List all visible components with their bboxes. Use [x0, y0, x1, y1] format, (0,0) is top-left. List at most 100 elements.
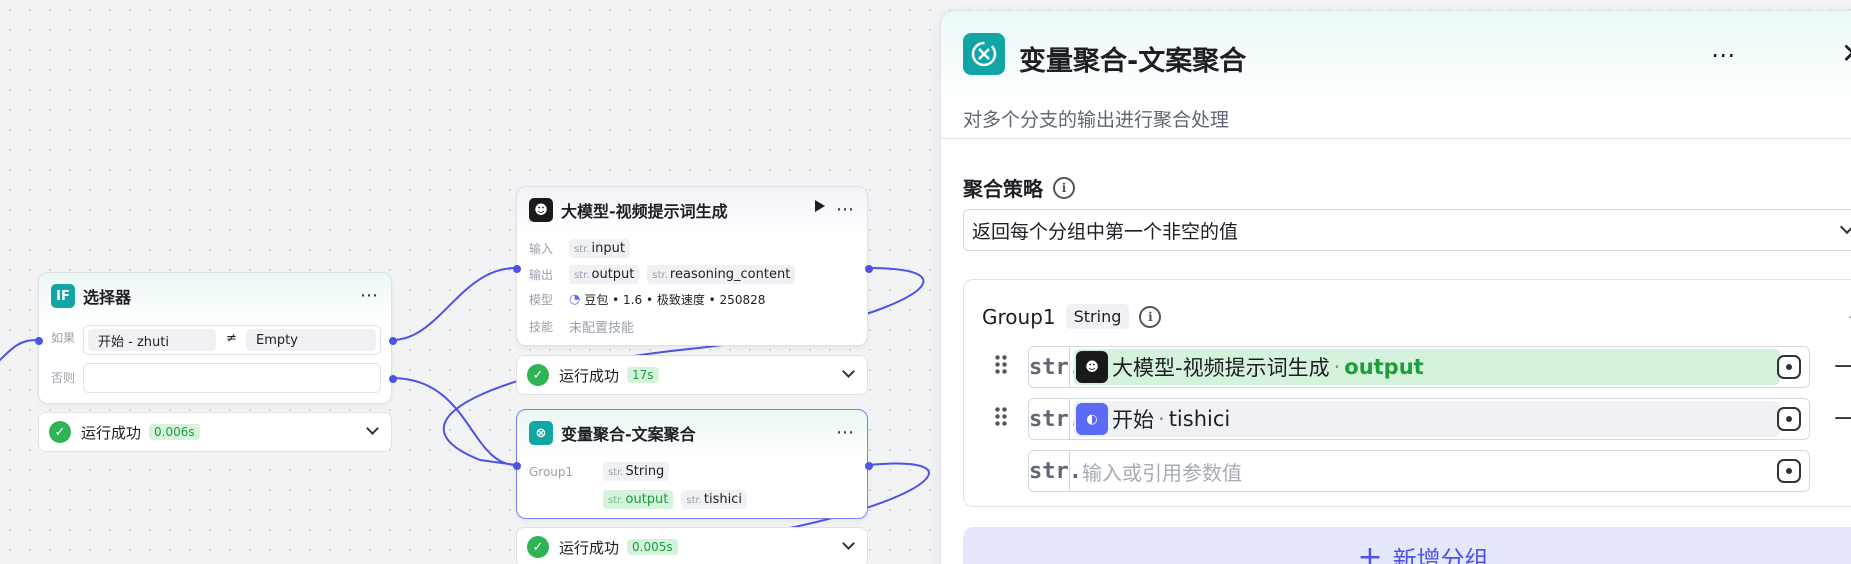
selector-node-header: IF 选择器 ⋯ — [39, 273, 391, 319]
panel-description[interactable]: 对多个分支的输出进行聚合处理 — [963, 105, 1229, 132]
status-time: 0.005s — [627, 539, 678, 555]
variable-reference[interactable]: ◐ 开始 · tishici — [1074, 401, 1780, 437]
drag-handle-icon[interactable] — [994, 354, 1008, 376]
selector-status[interactable]: ✓ 运行成功 0.006s — [38, 412, 392, 452]
llm-output-row: 输出 str. output str. reasoning_content — [529, 265, 803, 284]
variable-row[interactable]: str. ☻ 大模型-视频提示词生成 · output — [1028, 346, 1810, 388]
variable-input-row[interactable]: str. 输入或引用参数值 — [1028, 450, 1810, 492]
if-icon: IF — [51, 284, 75, 308]
settings-icon[interactable] — [1777, 459, 1801, 483]
close-icon[interactable]: ✕ — [1841, 37, 1851, 70]
panel-title[interactable]: 变量聚合-文案聚合 — [1019, 39, 1246, 78]
group-name[interactable]: Group1 — [982, 305, 1056, 329]
remove-row-icon[interactable]: — — [1834, 402, 1851, 432]
settings-icon[interactable] — [1777, 407, 1801, 431]
group-card: Group1 String i — str. ☻ 大模型-视频提示词生成 · o… — [963, 279, 1851, 507]
agg-status[interactable]: ✓ 运行成功 0.005s — [516, 527, 868, 564]
llm-node[interactable]: ☻ 大模型-视频提示词生成 ⋯ 输入 str. input 输出 str. outp… — [513, 186, 873, 346]
variable-reference[interactable]: ☻ 大模型-视频提示词生成 · output — [1074, 349, 1780, 385]
selector-node[interactable]: IF 选择器 ⋯ 如果 开始 - zhuti ≠ Empty 否则 — [35, 272, 397, 404]
status-text: 运行成功 — [81, 423, 142, 442]
strategy-value: 返回每个分组中第一个非空的值 — [972, 220, 1239, 243]
condition-box[interactable]: 开始 - zhuti ≠ Empty — [83, 325, 381, 355]
play-icon[interactable] — [815, 200, 825, 212]
llm-skill-row: 技能 未配置技能 — [529, 317, 634, 336]
selector-if-port[interactable] — [389, 337, 397, 345]
strategy-section: 聚合策略 i — [963, 173, 1075, 202]
type-prefix: str. — [1029, 354, 1082, 380]
model-label: 模型 — [529, 293, 554, 307]
ref-source: 大模型-视频提示词生成 — [1112, 356, 1330, 380]
condition-right: Empty — [246, 329, 376, 351]
group-header: Group1 String i — [982, 304, 1162, 329]
llm-output-port[interactable] — [865, 265, 873, 273]
selector-node-title: 选择器 — [83, 288, 132, 307]
aggregate-icon — [963, 33, 1005, 75]
llm-reasoning-chip: str. reasoning_content — [647, 265, 796, 284]
skill-value: 未配置技能 — [569, 321, 635, 336]
info-icon[interactable]: i — [1053, 176, 1075, 199]
condition-operator: ≠ — [226, 331, 237, 346]
success-check-icon: ✓ — [527, 536, 549, 558]
status-text: 运行成功 — [559, 538, 620, 557]
node-config-panel: 变量聚合-文案聚合 ⋯ ✕ 对多个分支的输出进行聚合处理 聚合策略 i 返回每个… — [940, 10, 1851, 564]
llm-input-row: 输入 str. input — [529, 239, 638, 258]
success-check-icon: ✓ — [49, 421, 71, 443]
agg-more-icon[interactable]: ⋯ — [836, 422, 855, 443]
drag-handle-icon[interactable] — [994, 406, 1008, 428]
agg-var-tishici-chip: str. tishici — [681, 490, 748, 509]
chevron-down-icon[interactable] — [366, 422, 379, 435]
else-box[interactable] — [83, 363, 381, 393]
type-prefix: str. — [1029, 406, 1082, 432]
llm-model-icon: ☻ — [1076, 351, 1108, 383]
selector-more-icon[interactable]: ⋯ — [360, 285, 379, 306]
panel-divider — [941, 138, 1851, 139]
input-label: 输入 — [529, 242, 554, 256]
variable-row[interactable]: str. ◐ 开始 · tishici — [1028, 398, 1810, 440]
info-icon[interactable]: i — [1139, 305, 1162, 328]
add-group-button[interactable]: + 新增分组 — [963, 527, 1851, 564]
llm-more-icon[interactable]: ⋯ — [836, 199, 855, 220]
agg-input-port[interactable] — [513, 462, 521, 470]
status-text: 运行成功 — [559, 366, 620, 385]
strategy-label: 聚合策略 — [963, 177, 1043, 201]
chevron-down-icon[interactable] — [842, 365, 855, 378]
start-node-icon: ◐ — [1076, 403, 1108, 435]
selector-else-port[interactable] — [389, 375, 397, 383]
agg-node[interactable]: ⊗ 变量聚合-文案聚合 ⋯ Group1 str. String str. outp… — [513, 409, 873, 519]
ref-variable: output — [1344, 355, 1424, 379]
skill-label: 技能 — [529, 320, 554, 334]
ref-variable: tishici — [1168, 407, 1231, 431]
condition-left: 开始 - zhuti — [88, 329, 216, 351]
llm-input-port[interactable] — [513, 265, 521, 273]
llm-status[interactable]: ✓ 运行成功 17s — [516, 355, 868, 395]
llm-model-row: 模型 ◔ 豆包 • 1.6 • 极致速度 • 250828 — [529, 291, 765, 308]
success-check-icon: ✓ — [527, 364, 549, 386]
add-group-label: 新增分组 — [1392, 545, 1489, 564]
plus-icon: + — [1357, 539, 1383, 564]
agg-output-port[interactable] — [865, 462, 873, 470]
agg-node-title: 变量聚合-文案聚合 — [561, 425, 696, 444]
remove-row-icon[interactable]: — — [1834, 350, 1851, 380]
settings-icon[interactable] — [1777, 355, 1801, 379]
chevron-down-icon[interactable] — [1839, 219, 1851, 235]
variable-input[interactable]: 输入或引用参数值 — [1082, 457, 1242, 486]
strategy-select[interactable]: 返回每个分组中第一个非空的值 — [963, 209, 1851, 251]
agg-type-chip: str. String — [603, 462, 670, 481]
aggregate-icon: ⊗ — [529, 421, 553, 445]
llm-node-header: ☻ 大模型-视频提示词生成 ⋯ — [517, 187, 867, 233]
type-prefix: str. — [1029, 458, 1082, 484]
doubao-icon: ◔ — [569, 292, 581, 307]
selector-input-port[interactable] — [35, 337, 43, 345]
llm-model-icon: ☻ — [529, 198, 553, 222]
chevron-down-icon[interactable] — [842, 537, 855, 550]
group-type-badge: String — [1065, 304, 1130, 329]
status-time: 0.006s — [149, 424, 200, 440]
llm-output-chip: str. output — [569, 265, 640, 284]
ref-source: 开始 — [1112, 408, 1154, 432]
llm-node-title: 大模型-视频提示词生成 — [561, 202, 728, 221]
agg-var-output-chip: str. output — [603, 490, 674, 509]
model-value: 豆包 • 1.6 • 极致速度 • 250828 — [584, 293, 766, 307]
more-icon[interactable]: ⋯ — [1711, 41, 1737, 69]
llm-input-chip: str. input — [569, 239, 630, 258]
